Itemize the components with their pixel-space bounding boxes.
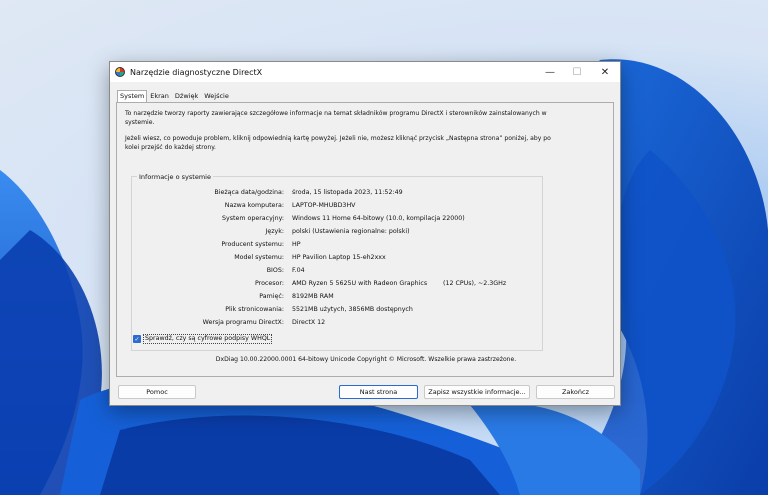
info-row-processor: Procesor: AMD Ryzen 5 5625U with Radeon … bbox=[132, 280, 544, 290]
info-label: Producent systemu: bbox=[221, 241, 284, 248]
whql-checkbox-label[interactable]: Sprawdź, czy są cyfrowe podpisy WHQL bbox=[143, 334, 273, 344]
info-label: Pamięć: bbox=[259, 293, 284, 300]
info-label: Plik stronicowania: bbox=[225, 306, 284, 313]
info-value: F.04 bbox=[292, 267, 305, 274]
dxdiag-window: Narzędzie diagnostyczne DirectX — ☐ ✕ Sy… bbox=[109, 61, 621, 406]
close-button[interactable]: ✕ bbox=[591, 62, 619, 82]
save-all-info-button[interactable]: Zapisz wszystkie informacje... bbox=[424, 385, 530, 399]
minimize-button[interactable]: — bbox=[536, 62, 564, 82]
info-row-os: System operacyjny: Windows 11 Home 64-bi… bbox=[132, 215, 544, 225]
whql-checkbox[interactable]: ✓ bbox=[133, 335, 141, 343]
window-title: Narzędzie diagnostyczne DirectX bbox=[130, 67, 263, 77]
info-row-computer-name: Nazwa komputera: LAPTOP-MHUBD3HV bbox=[132, 202, 544, 212]
info-value: 8192MB RAM bbox=[292, 293, 334, 300]
info-label: Bieżąca data/godzina: bbox=[214, 189, 284, 196]
copyright-note: DxDiag 10.00.22000.0001 64-bitowy Unicod… bbox=[215, 356, 517, 363]
info-value: 5521MB użytych, 3856MB dostępnych bbox=[292, 306, 413, 313]
info-value: HP bbox=[292, 241, 301, 248]
info-row-pagefile: Plik stronicowania: 5521MB użytych, 3856… bbox=[132, 306, 544, 316]
title-bar[interactable]: Narzędzie diagnostyczne DirectX — ☐ ✕ bbox=[110, 62, 620, 82]
system-info-group: Informacje o systemie Bieżąca data/godzi… bbox=[131, 173, 544, 351]
help-button[interactable]: Pomoc bbox=[118, 385, 196, 399]
info-row-bios: BIOS: F.04 bbox=[132, 267, 544, 277]
whql-check-option[interactable]: ✓ Sprawdź, czy są cyfrowe podpisy WHQL bbox=[133, 334, 273, 344]
info-value: Windows 11 Home 64-bitowy (10.0, kompila… bbox=[292, 215, 465, 222]
info-label: BIOS: bbox=[266, 267, 284, 274]
info-label: Model systemu: bbox=[234, 254, 284, 261]
info-row-model: Model systemu: HP Pavilion Laptop 15-eh2… bbox=[132, 254, 544, 264]
info-label: Procesor: bbox=[254, 280, 284, 287]
tab-display[interactable]: Ekran bbox=[147, 90, 172, 102]
info-row-language: Język: polski (Ustawienia regionalne: po… bbox=[132, 228, 544, 238]
exit-button[interactable]: Zakończ bbox=[536, 385, 615, 399]
info-value: środa, 15 listopada 2023, 11:52:49 bbox=[292, 189, 403, 196]
info-value-cpu-detail: (12 CPUs), ~2.3GHz bbox=[443, 280, 507, 287]
maximize-button[interactable]: ☐ bbox=[563, 62, 591, 82]
info-row-directx-version: Wersja programu DirectX: DirectX 12 bbox=[132, 319, 544, 329]
info-value: AMD Ryzen 5 5625U with Radeon Graphics bbox=[292, 280, 428, 287]
instructions-text: Jeżeli wiesz, co powoduje problem, klikn… bbox=[125, 135, 551, 151]
next-page-button[interactable]: Nast strona bbox=[339, 385, 418, 399]
info-label: Nazwa komputera: bbox=[224, 202, 284, 209]
system-info-group-label: Informacje o systemie bbox=[137, 173, 213, 181]
info-label: Wersja programu DirectX: bbox=[202, 319, 284, 326]
tab-input[interactable]: Wejście bbox=[201, 90, 232, 102]
info-value: LAPTOP-MHUBD3HV bbox=[292, 202, 356, 209]
info-value: DirectX 12 bbox=[292, 319, 326, 326]
info-label: System operacyjny: bbox=[222, 215, 284, 222]
tab-strip: System Ekran Dźwięk Wejście bbox=[117, 90, 232, 103]
tab-sound[interactable]: Dźwięk bbox=[172, 90, 201, 102]
info-value: polski (Ustawienia regionalne: polski) bbox=[292, 228, 410, 235]
directx-app-icon bbox=[115, 67, 125, 77]
system-tab-panel: To narzędzie tworzy raporty zawierające … bbox=[116, 102, 614, 377]
intro-text: To narzędzie tworzy raporty zawierające … bbox=[125, 110, 547, 126]
info-value: HP Pavilion Laptop 15-eh2xxx bbox=[292, 254, 386, 261]
info-row-manufacturer: Producent systemu: HP bbox=[132, 241, 544, 251]
info-label: Język: bbox=[265, 228, 284, 235]
info-row-memory: Pamięć: 8192MB RAM bbox=[132, 293, 544, 303]
info-row-datetime: Bieżąca data/godzina: środa, 15 listopad… bbox=[132, 189, 544, 199]
